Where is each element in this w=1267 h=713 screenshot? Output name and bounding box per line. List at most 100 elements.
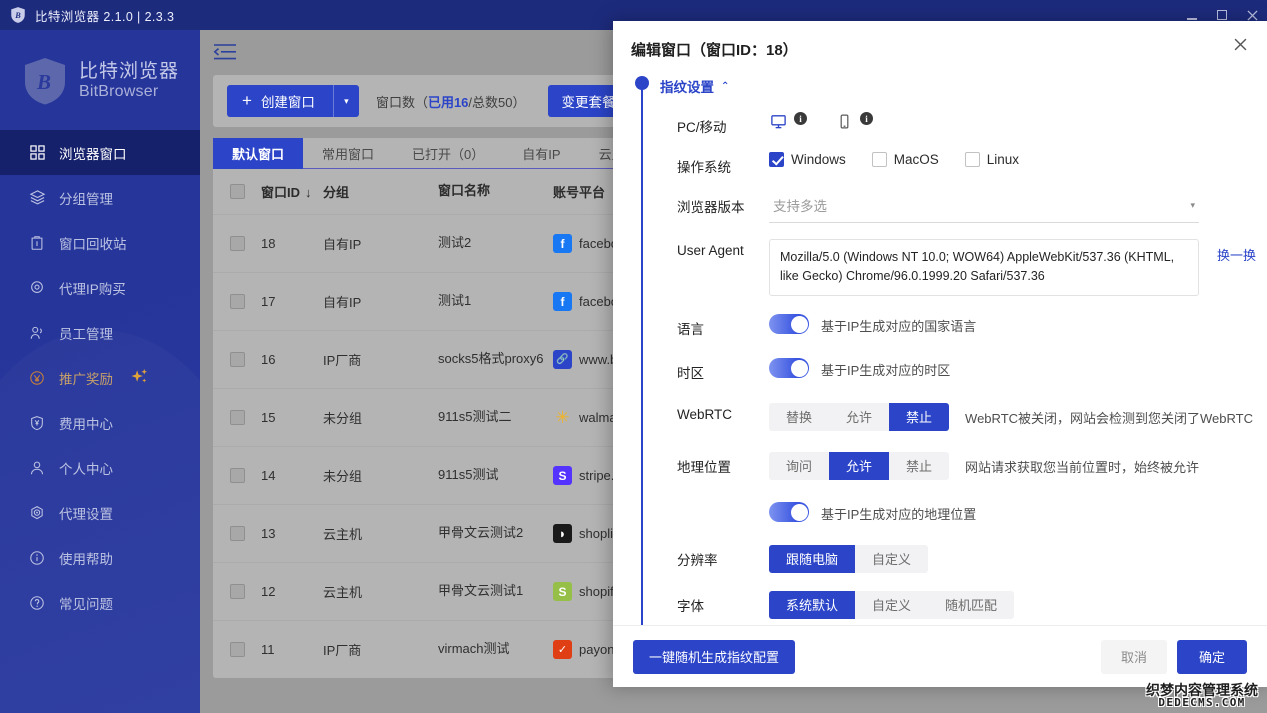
select-all-checkbox[interactable] bbox=[213, 184, 261, 199]
row-checkbox[interactable] bbox=[213, 584, 261, 599]
change-plan-label: 变更套餐 bbox=[562, 91, 616, 111]
layers-icon bbox=[27, 188, 47, 208]
tab-default-windows[interactable]: 默认窗口 bbox=[213, 138, 303, 169]
webrtc-option-replace[interactable]: 替换 bbox=[769, 403, 829, 431]
timezone-toggle[interactable] bbox=[769, 358, 809, 378]
checkbox-box bbox=[872, 152, 887, 167]
info-circle-icon bbox=[27, 548, 47, 568]
row-checkbox[interactable] bbox=[213, 526, 261, 541]
window-count-used: 已用16 bbox=[428, 95, 468, 110]
walmart-icon: ✳ bbox=[553, 408, 572, 427]
sidebar-item-proxy-ip-purchase[interactable]: 代理IP购买 bbox=[0, 265, 200, 310]
sidebar-item-label: 窗口回收站 bbox=[59, 233, 127, 253]
collapse-sidebar-icon[interactable] bbox=[212, 42, 238, 62]
field-body: 基于IP生成对应的地理位置 bbox=[769, 502, 1267, 523]
field-body: 基于IP生成对应的国家语言 bbox=[769, 314, 1267, 335]
sidebar-item-proxy-settings[interactable]: 代理设置 bbox=[0, 490, 200, 535]
sidebar-item-billing-center[interactable]: 费用中心 bbox=[0, 400, 200, 445]
font-option-custom[interactable]: 自定义 bbox=[855, 591, 928, 619]
field-body: i i bbox=[769, 112, 1267, 130]
cell-group: 自有IP bbox=[323, 234, 438, 253]
link-icon: 🔗 bbox=[553, 350, 572, 369]
column-label: 账号平台 bbox=[553, 182, 605, 201]
tab-common-windows[interactable]: 常用窗口 bbox=[303, 138, 393, 169]
row-checkbox[interactable] bbox=[213, 642, 261, 657]
sidebar-item-label: 常见问题 bbox=[59, 593, 113, 613]
fingerprint-section-header[interactable]: 指纹设置 ⌃ bbox=[660, 74, 1267, 96]
dialog-title: 编辑窗口（窗口ID：18） bbox=[631, 39, 798, 60]
checkbox-box bbox=[965, 152, 980, 167]
field-operating-system: 操作系统 Windows MacOS Linux bbox=[677, 152, 1267, 176]
cell-group: 自有IP bbox=[323, 292, 438, 311]
tab-label: 自有IP bbox=[522, 144, 560, 163]
confirm-button[interactable]: 确定 bbox=[1177, 640, 1247, 674]
language-toggle[interactable] bbox=[769, 314, 809, 334]
location-pin-icon bbox=[27, 278, 47, 298]
user-agent-textarea[interactable]: Mozilla/5.0 (Windows NT 10.0; WOW64) App… bbox=[769, 239, 1199, 296]
tab-opened[interactable]: 已打开（0） bbox=[393, 138, 503, 169]
sidebar-item-promotion-reward[interactable]: 推广奖励 bbox=[0, 355, 200, 400]
ua-refresh-link[interactable]: 换一换 bbox=[1217, 239, 1256, 264]
sidebar-item-group-management[interactable]: 分组管理 bbox=[0, 175, 200, 220]
segment-label: 跟随电脑 bbox=[786, 549, 838, 568]
field-label: 浏览器版本 bbox=[677, 192, 769, 216]
sidebar-item-staff-management[interactable]: 员工管理 bbox=[0, 310, 200, 355]
field-language: 语言 基于IP生成对应的国家语言 bbox=[677, 314, 1267, 338]
segment-label: 允许 bbox=[846, 456, 872, 475]
sidebar-item-personal-center[interactable]: 个人中心 bbox=[0, 445, 200, 490]
monitor-icon[interactable] bbox=[769, 112, 787, 130]
font-option-random-match[interactable]: 随机匹配 bbox=[928, 591, 1014, 619]
geo-option-ask[interactable]: 询问 bbox=[769, 452, 829, 480]
sidebar: B 比特浏览器 BitBrowser 浏览器窗口 bbox=[0, 30, 200, 713]
dialog-close-button[interactable] bbox=[1234, 38, 1247, 55]
facebook-icon: f bbox=[553, 234, 572, 253]
sort-desc-icon: ↓ bbox=[305, 185, 312, 200]
column-header-window-id[interactable]: 窗口ID↓ bbox=[261, 182, 323, 201]
cancel-button[interactable]: 取消 bbox=[1101, 640, 1167, 674]
sidebar-item-window-recycle-bin[interactable]: 窗口回收站 bbox=[0, 220, 200, 265]
phone-icon[interactable] bbox=[835, 112, 853, 130]
sidebar-item-label: 代理设置 bbox=[59, 503, 113, 523]
font-option-system-default[interactable]: 系统默认 bbox=[769, 591, 855, 619]
create-window-dropdown-button[interactable]: ▾ bbox=[333, 85, 359, 117]
cell-window-name: socks5格式proxy6 bbox=[438, 351, 553, 367]
webrtc-option-allow[interactable]: 允许 bbox=[829, 403, 889, 431]
resolution-option-custom[interactable]: 自定义 bbox=[855, 545, 928, 573]
sidebar-item-usage-help[interactable]: 使用帮助 bbox=[0, 535, 200, 580]
field-resolution: 分辨率 跟随电脑 自定义 bbox=[677, 545, 1267, 573]
cell-window-name: 甲骨文云测试1 bbox=[438, 583, 553, 599]
browser-version-select[interactable]: 支持多选 ▾ bbox=[769, 192, 1199, 223]
webrtc-option-forbid[interactable]: 禁止 bbox=[889, 403, 949, 431]
chevron-down-icon: ▾ bbox=[1190, 200, 1195, 211]
brand-block: B 比特浏览器 BitBrowser bbox=[0, 30, 200, 130]
sidebar-item-faq[interactable]: 常见问题 bbox=[0, 580, 200, 625]
chevron-down-icon: ▾ bbox=[344, 96, 349, 107]
dialog-header: 编辑窗口（窗口ID：18） bbox=[613, 21, 1267, 74]
sparkle-icon bbox=[130, 367, 149, 389]
geo-option-forbid[interactable]: 禁止 bbox=[889, 452, 949, 480]
geo-option-allow[interactable]: 允许 bbox=[829, 452, 889, 480]
row-checkbox[interactable] bbox=[213, 236, 261, 251]
checkbox-label: MacOS bbox=[894, 152, 939, 167]
segment-label: 系统默认 bbox=[786, 595, 838, 614]
geolocation-auto-toggle[interactable] bbox=[769, 502, 809, 522]
resolution-option-follow-pc[interactable]: 跟随电脑 bbox=[769, 545, 855, 573]
column-label: 分组 bbox=[323, 185, 349, 200]
tab-own-ip[interactable]: 自有IP bbox=[503, 138, 579, 169]
os-checkbox-macos[interactable]: MacOS bbox=[872, 152, 939, 167]
os-checkbox-linux[interactable]: Linux bbox=[965, 152, 1019, 167]
users-icon bbox=[27, 323, 47, 343]
random-fingerprint-button[interactable]: 一键随机生成指纹配置 bbox=[633, 640, 795, 674]
proxy-gear-icon bbox=[27, 503, 47, 523]
create-window-button[interactable]: + 创建窗口 bbox=[227, 85, 333, 117]
cell-window-name: 测试2 bbox=[438, 235, 553, 251]
row-checkbox[interactable] bbox=[213, 294, 261, 309]
device-mobile-info-icon[interactable]: i bbox=[860, 112, 873, 125]
device-pc-info-icon[interactable]: i bbox=[794, 112, 807, 125]
os-checkbox-windows[interactable]: Windows bbox=[769, 152, 846, 167]
row-checkbox[interactable] bbox=[213, 410, 261, 425]
sidebar-item-browser-windows[interactable]: 浏览器窗口 bbox=[0, 130, 200, 175]
cell-window-id: 15 bbox=[261, 410, 323, 425]
row-checkbox[interactable] bbox=[213, 468, 261, 483]
row-checkbox[interactable] bbox=[213, 352, 261, 367]
